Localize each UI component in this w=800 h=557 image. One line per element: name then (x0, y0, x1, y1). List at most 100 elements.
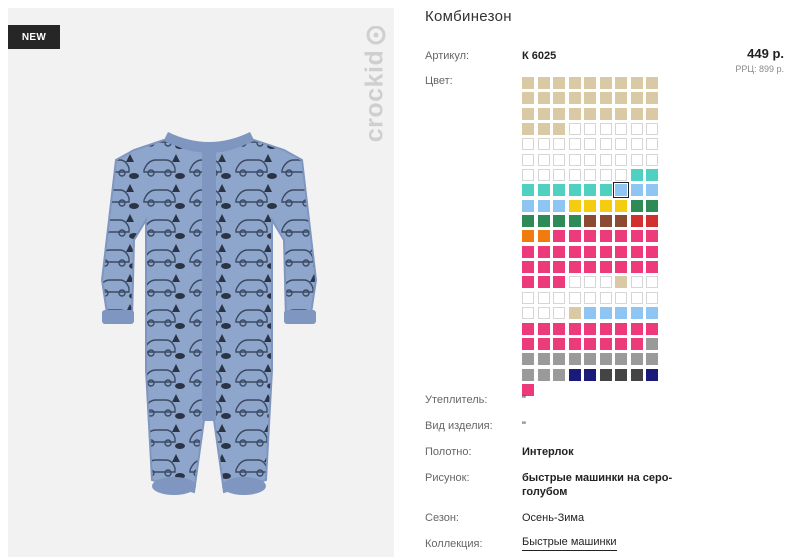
color-swatch-white[interactable] (646, 276, 658, 289)
color-swatch-pink[interactable] (615, 245, 627, 258)
color-swatch-pink[interactable] (553, 245, 565, 258)
color-swatch-white[interactable] (568, 138, 581, 151)
product-image-panel[interactable]: NEW crockid (8, 8, 394, 557)
color-swatch-beige[interactable] (522, 107, 534, 120)
color-swatch-sky[interactable] (537, 199, 550, 212)
color-swatch-beige[interactable] (630, 92, 643, 105)
color-swatch-pink[interactable] (630, 322, 643, 335)
color-swatch-white[interactable] (537, 307, 550, 320)
color-swatch-white[interactable] (646, 138, 658, 151)
color-swatch-pink[interactable] (553, 322, 565, 335)
color-swatch-white[interactable] (553, 291, 565, 304)
color-swatch-beige[interactable] (537, 92, 550, 105)
color-swatch-mint[interactable] (537, 184, 550, 197)
color-swatch-green[interactable] (646, 199, 658, 212)
color-swatch-pink[interactable] (599, 261, 612, 274)
color-swatch-brown[interactable] (584, 215, 596, 228)
color-swatch-beige[interactable] (568, 107, 581, 120)
color-swatch-gray[interactable] (584, 353, 596, 366)
color-swatch-pink[interactable] (630, 261, 643, 274)
color-swatch-white[interactable] (553, 153, 565, 166)
color-swatch-beige[interactable] (568, 92, 581, 105)
color-swatch-green[interactable] (630, 199, 643, 212)
color-swatch-pink[interactable] (599, 337, 612, 350)
color-swatch-gray[interactable] (615, 353, 627, 366)
color-swatch-beige[interactable] (553, 123, 565, 136)
color-swatch-beige[interactable] (646, 77, 658, 89)
color-swatch-sky[interactable] (599, 307, 612, 320)
color-swatch-white[interactable] (630, 276, 643, 289)
color-swatch-gray[interactable] (646, 337, 658, 350)
color-swatch-gray[interactable] (568, 353, 581, 366)
color-swatch-pink[interactable] (615, 261, 627, 274)
color-swatch-green[interactable] (568, 215, 581, 228)
color-swatch-white[interactable] (584, 153, 596, 166)
color-swatch-beige[interactable] (553, 92, 565, 105)
color-swatch-beige[interactable] (615, 92, 627, 105)
color-swatch-beige[interactable] (630, 77, 643, 89)
color-swatch-white[interactable] (522, 291, 534, 304)
color-swatch-white[interactable] (522, 307, 534, 320)
color-swatch-pink[interactable] (553, 230, 565, 243)
color-swatch-green[interactable] (553, 215, 565, 228)
color-swatch-beige[interactable] (599, 92, 612, 105)
color-swatch-sky[interactable] (646, 184, 658, 197)
color-swatch-gray[interactable] (522, 353, 534, 366)
color-swatch-pink[interactable] (537, 276, 550, 289)
color-swatch-gray[interactable] (537, 353, 550, 366)
color-swatch-navy[interactable] (584, 368, 596, 381)
color-swatch-pink[interactable] (630, 230, 643, 243)
color-swatch-white[interactable] (599, 153, 612, 166)
color-swatch-pink[interactable] (599, 230, 612, 243)
color-swatch-yellow[interactable] (615, 199, 627, 212)
color-swatch-white[interactable] (646, 291, 658, 304)
color-swatch-pink[interactable] (522, 245, 534, 258)
color-swatch-pink[interactable] (568, 230, 581, 243)
color-swatch-gray[interactable] (522, 368, 534, 381)
color-swatch-sky[interactable] (522, 199, 534, 212)
color-swatch-beige[interactable] (584, 77, 596, 89)
color-swatch-beige[interactable] (599, 77, 612, 89)
color-swatch-gray[interactable] (537, 368, 550, 381)
color-swatch-pink[interactable] (537, 261, 550, 274)
color-swatch-pink[interactable] (615, 337, 627, 350)
color-swatch-beige[interactable] (522, 92, 534, 105)
color-swatch-pink[interactable] (568, 337, 581, 350)
color-swatch-pink[interactable] (630, 245, 643, 258)
color-swatch-pink[interactable] (584, 337, 596, 350)
color-swatch-brown[interactable] (599, 215, 612, 228)
color-swatch-dark[interactable] (630, 368, 643, 381)
color-swatch-white[interactable] (599, 276, 612, 289)
color-swatch-beige[interactable] (537, 123, 550, 136)
color-swatch-white[interactable] (615, 123, 627, 136)
color-swatch-white[interactable] (599, 138, 612, 151)
color-swatch-pink[interactable] (537, 337, 550, 350)
color-swatch-yellow[interactable] (584, 199, 596, 212)
color-swatch-beige[interactable] (568, 307, 581, 320)
color-swatch-white[interactable] (568, 169, 581, 182)
color-swatch-pink[interactable] (646, 322, 658, 335)
color-swatch-white[interactable] (646, 153, 658, 166)
color-swatch-beige[interactable] (553, 77, 565, 89)
color-swatch-white[interactable] (599, 291, 612, 304)
color-swatch-gray[interactable] (630, 353, 643, 366)
color-swatch-dark[interactable] (615, 368, 627, 381)
color-swatch-gray[interactable] (646, 353, 658, 366)
color-swatch-mint[interactable] (584, 184, 596, 197)
color-swatch-pink[interactable] (553, 337, 565, 350)
color-swatch-white[interactable] (553, 138, 565, 151)
color-swatch-white[interactable] (522, 153, 534, 166)
color-swatch-white[interactable] (568, 291, 581, 304)
collection-link[interactable]: Быстрые машинки (522, 536, 617, 551)
color-swatch-white[interactable] (615, 138, 627, 151)
color-swatch-pink[interactable] (646, 261, 658, 274)
color-swatch-white[interactable] (615, 153, 627, 166)
color-swatch-beige[interactable] (568, 77, 581, 89)
color-swatch-green[interactable] (522, 215, 534, 228)
color-swatch-red[interactable] (646, 215, 658, 228)
color-swatch-pink[interactable] (646, 245, 658, 258)
color-swatch-gray[interactable] (553, 368, 565, 381)
color-swatch-white[interactable] (553, 307, 565, 320)
color-swatch-white[interactable] (599, 169, 612, 182)
color-swatch-white[interactable] (615, 169, 627, 182)
